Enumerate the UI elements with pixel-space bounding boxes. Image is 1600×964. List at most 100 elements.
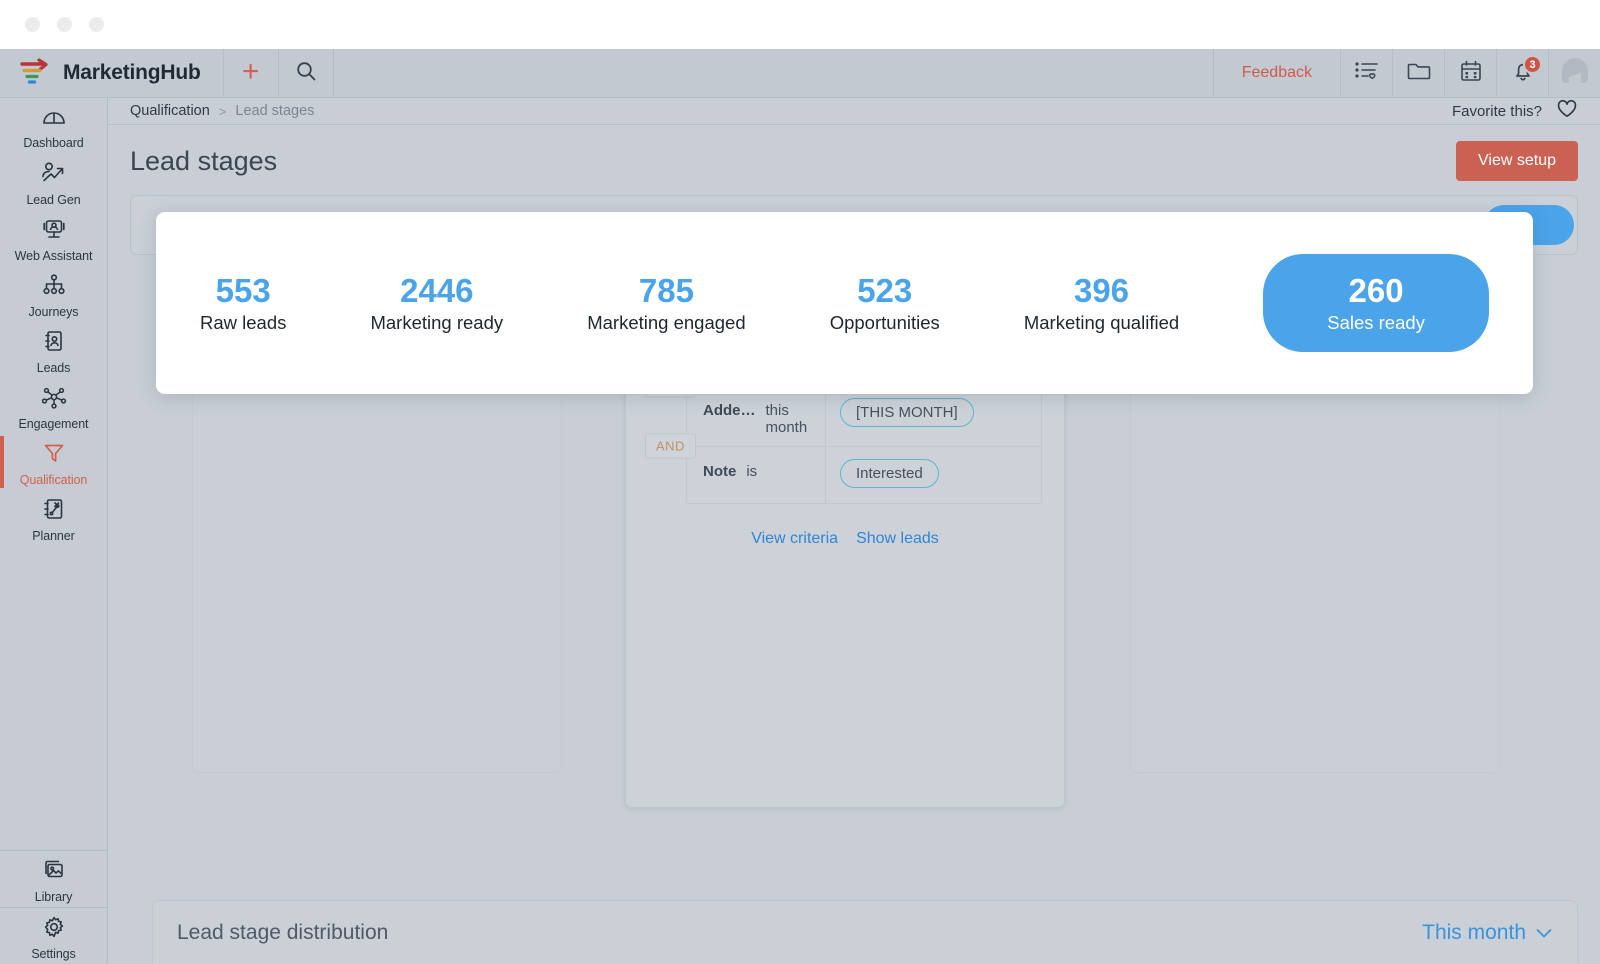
stage-label: Marketing ready: [370, 311, 504, 333]
sidebar: Dashboard Lead Gen Web Assistant Journey…: [0, 98, 108, 964]
window-close-dot[interactable]: [25, 17, 40, 32]
sidebar-item-lead-gen[interactable]: Lead Gen: [0, 154, 107, 210]
sidebar-item-dashboard[interactable]: Dashboard: [0, 98, 107, 154]
criteria-left: Adde… this month: [687, 386, 825, 446]
stage-value: 2446: [400, 272, 474, 310]
stage-value: 523: [857, 272, 913, 310]
stage-metric-raw-leads[interactable]: 553 Raw leads: [200, 272, 286, 334]
sidebar-item-label: Web Assistant: [14, 249, 93, 263]
stage-label: Raw leads: [200, 311, 287, 333]
favorite-label[interactable]: Favorite this?: [1452, 103, 1542, 120]
sidebar-item-label: Dashboard: [23, 136, 84, 150]
sidebar-item-label: Journeys: [28, 305, 79, 319]
leads-icon: [42, 329, 66, 358]
view-setup-button[interactable]: View setup: [1456, 141, 1578, 181]
headset-avatar-icon: [1556, 55, 1594, 92]
stage-metric-marketing-ready[interactable]: 2446 Marketing ready: [370, 272, 503, 334]
folder-icon-button[interactable]: [1392, 49, 1444, 97]
stage-metric-marketing-engaged[interactable]: 785 Marketing engaged: [587, 272, 745, 334]
criteria-operator: this month: [765, 402, 808, 436]
heart-outline-icon[interactable]: [1556, 99, 1578, 123]
sidebar-item-label: Leads: [36, 361, 71, 375]
gauge-icon: [41, 106, 67, 133]
app-root: MarketingHub + Feedback 3 Dashboard Lead…: [0, 0, 1600, 964]
breadcrumb: Qualification > Lead stages Favorite thi…: [108, 98, 1600, 125]
calendar-icon: [1459, 59, 1483, 88]
funnel-icon: [42, 441, 66, 470]
criteria-operator: is: [746, 463, 758, 480]
window-chrome: [0, 0, 1600, 49]
breadcrumb-separator-icon: >: [218, 103, 227, 119]
window-maximize-dot[interactable]: [89, 17, 104, 32]
distribution-period-select[interactable]: This month: [1422, 921, 1553, 945]
sidebar-item-label: Settings: [31, 947, 76, 961]
distribution-title: Lead stage distribution: [177, 920, 389, 944]
list-heart-icon-button[interactable]: [1340, 49, 1392, 97]
criteria-field: Adde…: [703, 402, 756, 419]
app-header: MarketingHub + Feedback 3: [0, 49, 1600, 98]
show-leads-link[interactable]: Show leads: [856, 530, 939, 548]
stage-metric-marketing-qualified[interactable]: 396 Marketing qualified: [1024, 272, 1179, 334]
sidebar-item-label: Qualification: [19, 473, 88, 487]
window-minimize-dot[interactable]: [57, 17, 72, 32]
chevron-down-icon: [1535, 921, 1553, 945]
window-controls[interactable]: [25, 17, 104, 32]
stage-label: Sales ready: [1327, 311, 1425, 333]
images-icon: [41, 858, 67, 887]
lead-stage-distribution-panel: Lead stage distribution This month: [130, 900, 1600, 964]
stage-value: 553: [215, 272, 271, 310]
sidebar-item-qualification[interactable]: Qualification: [0, 434, 107, 490]
planner-icon: [42, 497, 66, 526]
engagement-icon: [40, 385, 68, 414]
page-title: Lead stages: [130, 145, 278, 176]
brand-name: MarketingHub: [63, 61, 201, 84]
add-button[interactable]: +: [224, 49, 279, 97]
distribution-header: Lead stage distribution This month: [152, 900, 1578, 964]
lead-stages-modal: 553 Raw leads 2446 Marketing ready 785 M…: [156, 212, 1533, 394]
criteria-value-pill[interactable]: Interested: [840, 459, 939, 488]
favorite-group: Favorite this?: [1452, 99, 1578, 123]
funnel-logo-icon: [18, 58, 52, 88]
sidebar-item-journeys[interactable]: Journeys: [0, 266, 107, 322]
criteria-right: [THIS MONTH]: [825, 386, 1041, 446]
search-icon: [295, 60, 317, 87]
notifications-button[interactable]: 3: [1496, 49, 1548, 97]
list-heart-icon: [1354, 60, 1380, 87]
sidebar-item-web-assistant[interactable]: Web Assistant: [0, 210, 107, 266]
stage-label: Marketing engaged: [587, 311, 746, 333]
calendar-icon-button[interactable]: [1444, 49, 1496, 97]
notification-badge: 3: [1523, 55, 1542, 74]
sidebar-item-library[interactable]: Library: [0, 851, 107, 907]
sidebar-item-leads[interactable]: Leads: [0, 322, 107, 378]
avatar-button[interactable]: [1548, 49, 1600, 97]
page-title-row: Lead stages View setup: [108, 125, 1600, 181]
stage-value: 396: [1073, 272, 1130, 310]
sidebar-item-settings[interactable]: Settings: [0, 908, 107, 964]
view-criteria-link[interactable]: View criteria: [751, 530, 838, 548]
web-assistant-icon: [41, 217, 67, 246]
header-spacer: [334, 49, 1213, 97]
criteria-value-pill[interactable]: [THIS MONTH]: [840, 398, 974, 427]
folder-icon: [1406, 60, 1432, 87]
stage-label: Opportunities: [829, 311, 940, 333]
sidebar-item-label: Lead Gen: [26, 193, 81, 207]
stage-label: Marketing qualified: [1023, 311, 1180, 333]
criteria-row: Note is Interested: [687, 447, 1041, 503]
stage-value: 785: [638, 272, 694, 310]
stage-value: 260: [1348, 272, 1404, 310]
distribution-period-value: This month: [1422, 920, 1526, 944]
brand-logo[interactable]: MarketingHub: [0, 49, 224, 97]
stage-metric-sales-ready[interactable]: 260 Sales ready: [1263, 254, 1489, 352]
sidebar-item-planner[interactable]: Planner: [0, 490, 107, 546]
breadcrumb-parent[interactable]: Qualification: [130, 103, 210, 119]
feedback-link[interactable]: Feedback: [1212, 49, 1340, 97]
stage-card-links: View criteria Show leads: [626, 530, 1064, 548]
journeys-icon: [41, 273, 67, 302]
stage-metric-opportunities[interactable]: 523 Opportunities: [830, 272, 940, 334]
sidebar-bottom-group: Library Settings: [0, 850, 107, 964]
search-button[interactable]: [279, 49, 334, 97]
criteria-row: Adde… this month [THIS MONTH]: [687, 386, 1041, 446]
criteria-left: Note is: [687, 447, 825, 490]
sidebar-item-engagement[interactable]: Engagement: [0, 378, 107, 434]
sidebar-item-label: Library: [34, 890, 73, 904]
